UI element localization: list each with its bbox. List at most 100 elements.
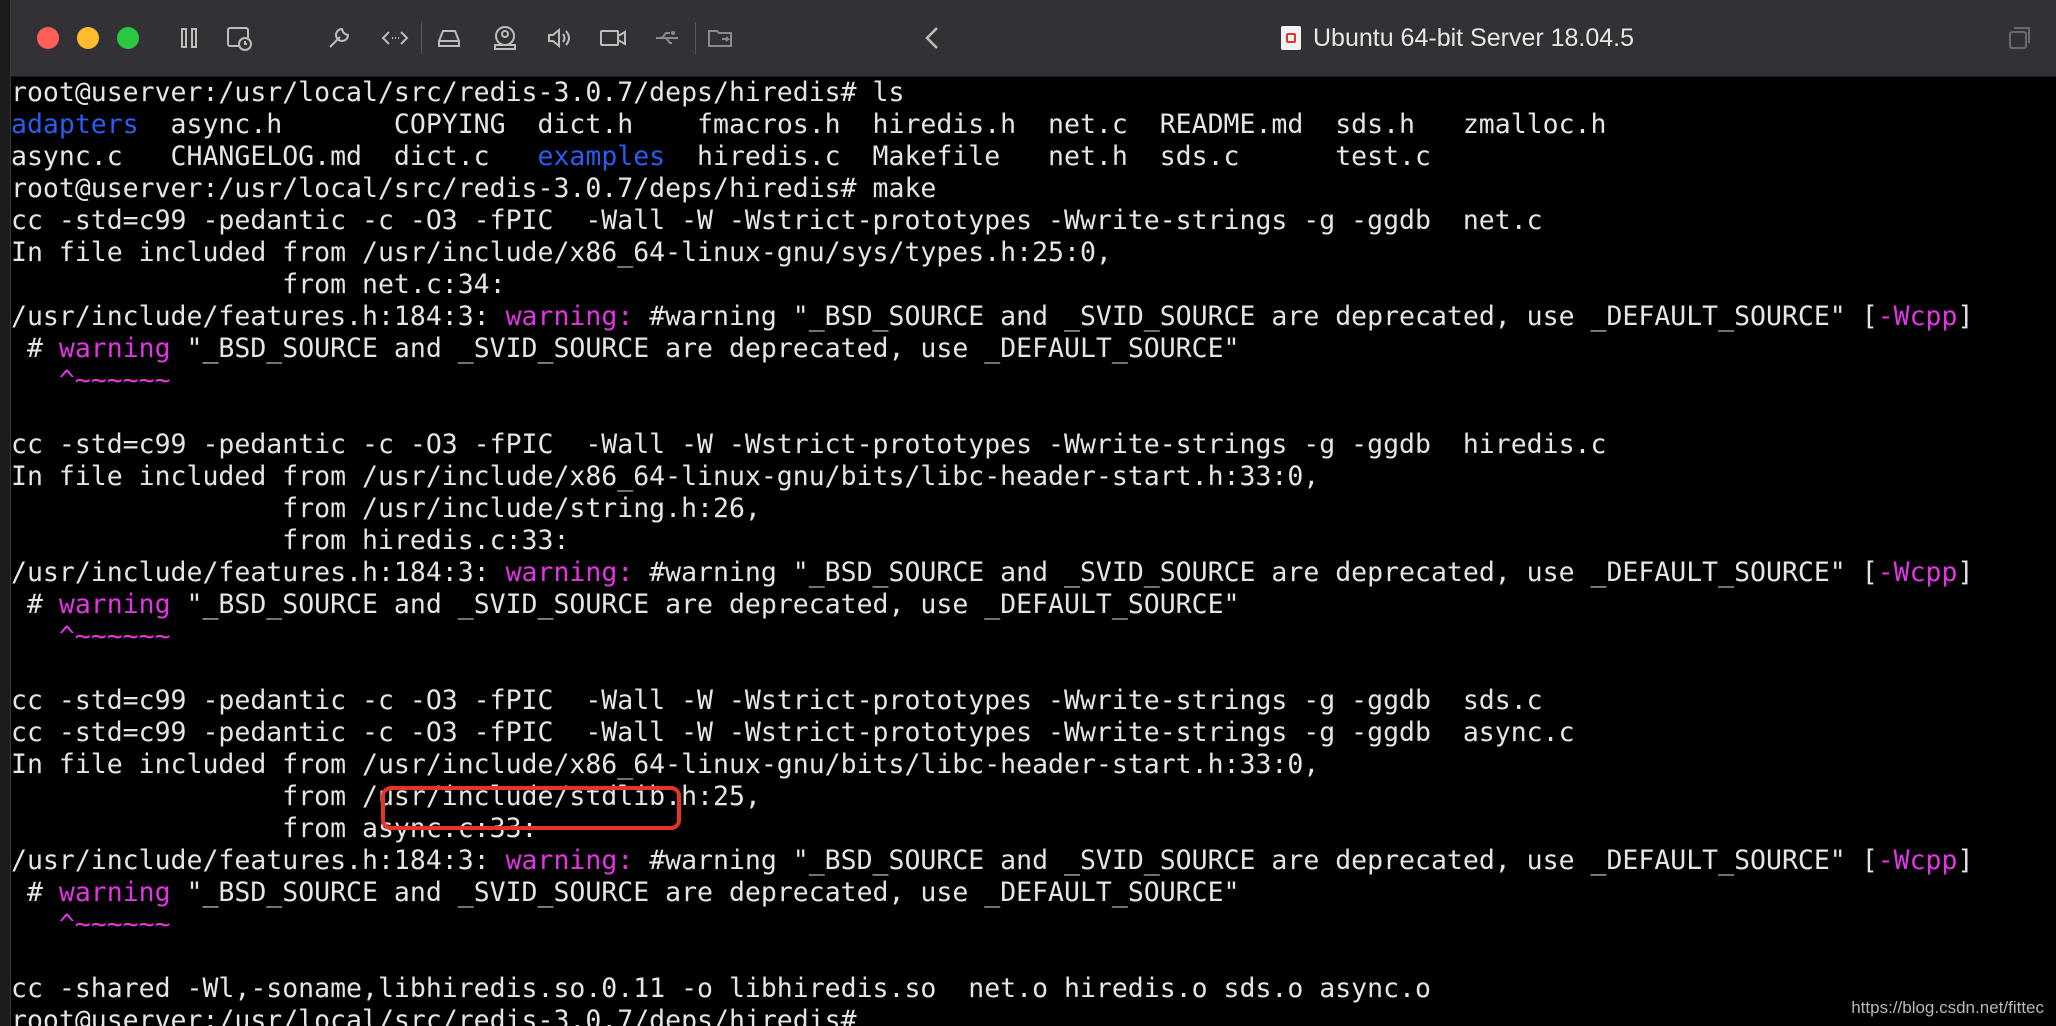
terminal-text-segment: ^~~~~~~: [11, 621, 171, 652]
terminal-line: In file included from /usr/include/x86_6…: [11, 237, 2056, 269]
terminal-text-segment: #: [11, 333, 59, 364]
back-chevron-icon[interactable]: [915, 20, 951, 56]
terminal-text-segment: async.c CHANGELOG.md dict.c: [11, 141, 538, 172]
title-bar: Ubuntu 64-bit Server 18.04.5: [11, 0, 2056, 77]
terminal-text-segment: async.h COPYING dict.h fmacros.h hiredis…: [138, 109, 1607, 140]
shared-folder-icon[interactable]: [703, 20, 739, 56]
terminal-text-segment: warning:: [505, 557, 634, 588]
terminal-text-segment: from async.c:33:: [11, 813, 538, 844]
zoom-window-button[interactable]: [117, 27, 139, 49]
fullscreen-icon[interactable]: [2001, 20, 2037, 56]
terminal-line: cc -std=c99 -pedantic -c -O3 -fPIC -Wall…: [11, 717, 2056, 749]
terminal-text-segment: root@userver:/usr/local/src/redis-3.0.7/…: [11, 77, 905, 108]
code-arrows-icon[interactable]: [377, 20, 413, 56]
hard-drive-icon[interactable]: [431, 20, 467, 56]
snapshot-icon[interactable]: [221, 20, 257, 56]
wrench-icon[interactable]: [321, 20, 357, 56]
terminal-line: cc -std=c99 -pedantic -c -O3 -fPIC -Wall…: [11, 205, 2056, 237]
terminal-text-segment: #warning "_BSD_SOURCE and _SVID_SOURCE a…: [633, 557, 1878, 588]
terminal-text-segment: warning: [58, 589, 171, 620]
terminal-text-segment: cc -shared -Wl,-soname,libhiredis.so.0.1…: [11, 973, 1431, 1004]
terminal-text-segment: /usr/include/features.h:184:3:: [11, 557, 506, 588]
terminal-line: ^~~~~~~: [11, 909, 2056, 941]
terminal-text-segment: warning: [58, 333, 171, 364]
terminal-text-segment: ^~~~~~~: [11, 909, 171, 940]
terminal-line: In file included from /usr/include/x86_6…: [11, 461, 2056, 493]
terminal-line: from hiredis.c:33:: [11, 525, 2056, 557]
terminal-line: from net.c:34:: [11, 269, 2056, 301]
terminal-text-segment: from net.c:34:: [11, 269, 506, 300]
terminal-text-segment: cc -std=c99 -pedantic -c -O3 -fPIC -Wall…: [11, 685, 1543, 716]
terminal-text-segment: warning: [58, 877, 171, 908]
terminal-line: # warning "_BSD_SOURCE and _SVID_SOURCE …: [11, 877, 2056, 909]
terminal-line: # warning "_BSD_SOURCE and _SVID_SOURCE …: [11, 589, 2056, 621]
minimize-window-button[interactable]: [77, 27, 99, 49]
terminal-text-segment: ]: [1957, 301, 1974, 332]
terminal-line: cc -std=c99 -pedantic -c -O3 -fPIC -Wall…: [11, 429, 2056, 461]
vm-window: Ubuntu 64-bit Server 18.04.5 root@userve…: [10, 0, 2056, 1026]
vm-document-icon: [1281, 26, 1301, 50]
terminal-text-segment: from hiredis.c:33:: [11, 525, 570, 556]
terminal-line: # warning "_BSD_SOURCE and _SVID_SOURCE …: [11, 333, 2056, 365]
terminal-line: root@userver:/usr/local/src/redis-3.0.7/…: [11, 1005, 2056, 1026]
terminal-line: from async.c:33:: [11, 813, 2056, 845]
terminal-text-segment: root@userver:/usr/local/src/redis-3.0.7/…: [11, 1005, 857, 1026]
window-title: Ubuntu 64-bit Server 18.04.5: [1281, 18, 1634, 58]
terminal-text-segment: "_BSD_SOURCE and _SVID_SOURCE are deprec…: [170, 333, 1240, 364]
terminal-line: from /usr/include/stdlib.h:25,: [11, 781, 2056, 813]
terminal-text-segment: root@userver:/usr/local/src/redis-3.0.7/…: [11, 173, 937, 204]
terminal-text-segment: ^~~~~~~: [11, 365, 171, 396]
terminal-text-segment: /usr/include/features.h:184:3:: [11, 301, 506, 332]
pause-icon[interactable]: [171, 20, 207, 56]
terminal-text-segment: from /usr/include/string.h:26,: [11, 493, 761, 524]
terminal-line: ^~~~~~~: [11, 621, 2056, 653]
terminal-text-segment: In file included from /usr/include/x86_6…: [11, 237, 1112, 268]
terminal-text-segment: "_BSD_SOURCE and _SVID_SOURCE are deprec…: [170, 589, 1240, 620]
terminal-text-segment: cc -std=c99 -pedantic -c -O3 -fPIC -Wall…: [11, 717, 1575, 748]
terminal-line: cc -shared -Wl,-soname,libhiredis.so.0.1…: [11, 973, 2056, 1005]
user-account-icon[interactable]: [487, 20, 523, 56]
terminal-text-segment: from /usr/include/stdlib.h:25,: [11, 781, 761, 812]
sound-icon[interactable]: [541, 20, 577, 56]
terminal-text-segment: "_BSD_SOURCE and _SVID_SOURCE are deprec…: [170, 877, 1240, 908]
terminal-line: adapters async.h COPYING dict.h fmacros.…: [11, 109, 2056, 141]
terminal-text-segment: -Wcpp: [1877, 845, 1958, 876]
usb-icon[interactable]: [649, 20, 685, 56]
terminal-line: /usr/include/features.h:184:3: warning: …: [11, 301, 2056, 333]
terminal-text-segment: ]: [1957, 557, 1974, 588]
terminal-text-segment: hiredis.c Makefile net.h sds.c test.c: [665, 141, 1431, 172]
close-window-button[interactable]: [37, 27, 59, 49]
terminal-text-segment: #warning "_BSD_SOURCE and _SVID_SOURCE a…: [633, 845, 1878, 876]
terminal-text-segment: /usr/include/features.h:184:3:: [11, 845, 506, 876]
terminal-text-segment: warning:: [505, 845, 634, 876]
terminal-text-segment: ]: [1957, 845, 1974, 876]
terminal-text-segment: warning:: [505, 301, 634, 332]
terminal-line: cc -std=c99 -pedantic -c -O3 -fPIC -Wall…: [11, 685, 2056, 717]
terminal-text-segment: cc -std=c99 -pedantic -c -O3 -fPIC -Wall…: [11, 205, 1543, 236]
terminal-line: /usr/include/features.h:184:3: warning: …: [11, 845, 2056, 877]
watermark: https://blog.csdn.net/fittec: [1851, 998, 2044, 1017]
terminal-text-segment: adapters: [11, 109, 139, 140]
left-edge-fragment: [0, 852, 10, 872]
camera-icon[interactable]: [595, 20, 631, 56]
terminal-text-segment: examples: [537, 141, 666, 172]
terminal-text-segment: -Wcpp: [1877, 301, 1958, 332]
terminal-text-segment: #warning "_BSD_SOURCE and _SVID_SOURCE a…: [633, 301, 1878, 332]
terminal-line: root@userver:/usr/local/src/redis-3.0.7/…: [11, 77, 2056, 109]
terminal-line: from /usr/include/string.h:26,: [11, 493, 2056, 525]
terminal-text-segment: In file included from /usr/include/x86_6…: [11, 749, 1320, 780]
terminal-text-segment: #: [11, 589, 59, 620]
terminal-line: root@userver:/usr/local/src/redis-3.0.7/…: [11, 173, 2056, 205]
terminal-text-segment: In file included from /usr/include/x86_6…: [11, 461, 1320, 492]
terminal-line: ^~~~~~~: [11, 365, 2056, 397]
terminal-text-segment: #: [11, 877, 59, 908]
terminal-line: In file included from /usr/include/x86_6…: [11, 749, 2056, 781]
terminal-output[interactable]: root@userver:/usr/local/src/redis-3.0.7/…: [11, 77, 2056, 1026]
terminal-line: async.c CHANGELOG.md dict.c examples hir…: [11, 141, 2056, 173]
terminal-line: /usr/include/features.h:184:3: warning: …: [11, 557, 2056, 589]
terminal-text-segment: cc -std=c99 -pedantic -c -O3 -fPIC -Wall…: [11, 429, 1607, 460]
window-title-text: Ubuntu 64-bit Server 18.04.5: [1313, 23, 1635, 52]
